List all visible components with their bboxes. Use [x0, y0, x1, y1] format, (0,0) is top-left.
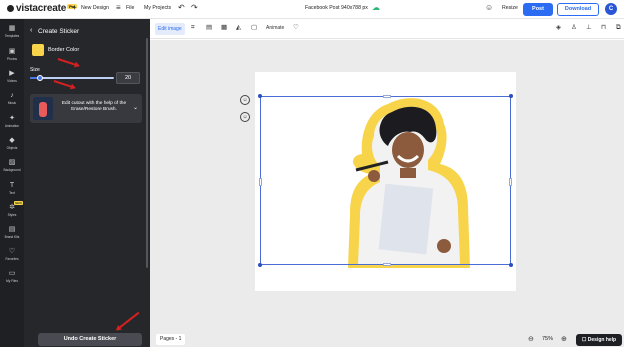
tip-text: Edit cutout with the help of the Erase/R… [61, 101, 127, 112]
cloud-saved-icon: ☁ [372, 3, 380, 12]
rail-item-videos[interactable]: ▶ Videos [0, 70, 24, 83]
rail-item-brand-kits[interactable]: ▤ Brand Kits [0, 226, 24, 239]
favorites-icon: ♡ [8, 248, 16, 255]
image-toolbar: Edit image ⌗ ▤ ▩ ◭ ▢ Animate ♡ ◈ ♙ ⊥ ⊓ ⧉… [150, 19, 624, 39]
resize-button[interactable]: Resize [502, 5, 518, 11]
resize-handle[interactable] [509, 178, 512, 186]
objects-icon: ◆ [9, 137, 15, 144]
rail-item-photos[interactable]: ▣ Photos [0, 48, 24, 61]
rail-item-text[interactable]: T Text [0, 182, 24, 195]
rail-item-my-files[interactable]: ▭ My Files [0, 270, 24, 283]
chevron-down-icon[interactable]: ⌄ [133, 104, 138, 111]
undo-create-sticker-button[interactable]: Undo Create Sticker [38, 333, 142, 346]
panel-scrollbar[interactable] [146, 38, 148, 268]
resize-handle[interactable] [383, 95, 391, 98]
new-design-button[interactable]: New Design [81, 5, 109, 11]
size-slider-thumb[interactable] [37, 75, 44, 81]
videos-icon: ▶ [9, 70, 15, 77]
rail-item-music[interactable]: ♪ Music [0, 92, 24, 105]
music-icon: ♪ [10, 92, 14, 99]
animation-icon: ✦ [9, 115, 15, 122]
filters-icon[interactable]: ▤ [206, 24, 212, 32]
undo-icon[interactable]: ↶ [178, 4, 185, 12]
logo-icon [7, 5, 14, 12]
design-help-button[interactable]: ☐ Design help [576, 334, 622, 346]
transparency-icon[interactable]: ▩ [221, 24, 227, 32]
photos-icon: ▣ [8, 48, 16, 55]
text-icon: T [9, 182, 15, 189]
crop-icon[interactable]: ⌗ [191, 24, 195, 32]
resize-handle[interactable] [509, 263, 513, 267]
zoom-level[interactable]: 75% [542, 336, 553, 342]
top-bar: vistacreate Pro + New Design ≡ File My Pr… [0, 0, 624, 19]
rail-item-favorites[interactable]: ♡ Favorites [0, 248, 24, 261]
background-icon: ▨ [8, 159, 16, 166]
border-color-swatch[interactable] [32, 44, 44, 56]
rail-item-styles[interactable]: NEW ✲ Styles [0, 201, 24, 217]
my-files-icon: ▭ [8, 270, 16, 277]
brand-kits-icon: ▤ [8, 226, 16, 233]
rail-item-templates[interactable]: ▦ Templates [0, 25, 24, 38]
styles-icon: ✲ [9, 204, 15, 211]
size-slider[interactable] [30, 75, 114, 81]
plus-icon[interactable]: + [72, 4, 77, 12]
templates-icon: ▦ [8, 25, 16, 32]
back-chevron-icon[interactable]: ‹ [30, 27, 32, 34]
animate-button[interactable]: Animate [266, 25, 284, 31]
document-title[interactable]: Facebook Post 940x788 px [305, 5, 368, 11]
heart-icon[interactable]: ♡ [293, 24, 299, 32]
emoji-icon[interactable]: ☺ [240, 95, 250, 105]
zoom-in-icon[interactable]: ⊕ [561, 335, 567, 343]
resize-handle[interactable] [509, 94, 513, 98]
background-remover-icon[interactable]: ▢ [251, 24, 257, 32]
flip-icon[interactable]: ◭ [236, 24, 241, 32]
redo-icon[interactable]: ↷ [191, 4, 198, 12]
layers-icon[interactable]: ◈ [556, 24, 561, 32]
brand-logo[interactable]: vistacreate Pro [7, 3, 78, 14]
new-badge: NEW [14, 201, 23, 205]
erase-restore-tip-card[interactable]: Edit cutout with the help of the Erase/R… [30, 94, 142, 123]
position-icon[interactable]: ⊥ [586, 24, 592, 32]
emoji-icon[interactable]: ☺ [240, 112, 250, 122]
resize-handle[interactable] [258, 263, 262, 267]
download-button[interactable]: Download [557, 3, 599, 16]
rail-item-background[interactable]: ▨ Background [0, 159, 24, 172]
my-projects-link[interactable]: My Projects [144, 5, 171, 11]
resize-handle[interactable] [383, 263, 391, 266]
zoom-out-icon[interactable]: ⊖ [528, 335, 534, 343]
post-button[interactable]: Post [523, 3, 553, 16]
duplicate-icon[interactable]: ⧉ [616, 24, 621, 32]
left-rail: ▦ Templates ▣ Photos ▶ Videos ♪ Music ✦ Anima… [0, 19, 24, 347]
avatar[interactable]: C [605, 3, 617, 15]
selection-box[interactable] [258, 94, 513, 267]
feedback-icon[interactable]: ☺ [485, 4, 493, 12]
rail-item-animation[interactable]: ✦ Animation [0, 115, 24, 128]
size-label: Size [30, 67, 40, 73]
panel-title: Create Sticker [38, 28, 80, 35]
resize-handle[interactable] [259, 178, 262, 186]
rail-item-objects[interactable]: ◆ Objects [0, 137, 24, 150]
hamburger-icon[interactable]: ≡ [116, 4, 121, 12]
brush-preview-image [33, 97, 53, 120]
create-sticker-panel: ‹ Create Sticker Border Color Size 20 Ed… [24, 19, 150, 347]
edit-image-button[interactable]: Edit image [155, 23, 185, 35]
lock-icon[interactable]: ⊓ [601, 24, 606, 32]
size-value-input[interactable]: 20 [116, 72, 140, 84]
pages-button[interactable]: Pages - 1 [156, 334, 186, 345]
user-icon[interactable]: ♙ [571, 24, 577, 32]
resize-handle[interactable] [258, 94, 262, 98]
file-menu[interactable]: File [126, 5, 134, 11]
border-color-label: Border Color [48, 47, 80, 53]
